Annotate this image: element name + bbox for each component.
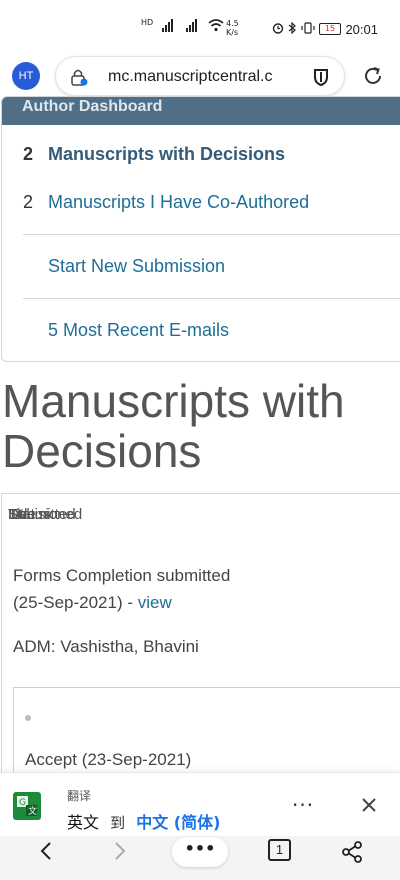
battery-icon: 15	[319, 23, 341, 35]
network-speed: 4.5 K/s	[226, 19, 239, 37]
svg-text:G: G	[19, 798, 26, 808]
bottom-navigation: ••• 1	[0, 836, 400, 880]
reload-icon[interactable]	[361, 64, 385, 92]
cell-signal-2-icon	[186, 18, 202, 35]
decisions-count: 2	[23, 144, 34, 164]
target-language[interactable]: 中文 (简体)	[136, 813, 220, 832]
shield-icon[interactable]	[313, 67, 329, 91]
source-language[interactable]: 英文	[67, 813, 99, 832]
bluetooth-icon	[287, 21, 297, 37]
author-dashboard-card: Author Dashboard 2 Manuscripts with Deci…	[1, 96, 400, 362]
translate-bar: G文 翻译 英文 到 中文 (简体) ···	[0, 772, 400, 836]
translate-languages: 英文 到 中文 (简体)	[67, 809, 220, 833]
translate-title: 翻译	[67, 789, 92, 803]
url-text[interactable]: mc.manuscriptcentral.c	[108, 68, 308, 86]
profile-avatar[interactable]: HT	[12, 62, 40, 90]
tabs-button[interactable]: 1	[268, 839, 291, 861]
wifi-icon	[208, 18, 224, 35]
share-icon[interactable]	[340, 840, 364, 880]
forms-line-2-wrap: (25-Sep-2021) - view	[13, 589, 230, 616]
clock: 20:01	[345, 22, 378, 37]
coauthored-count: 2	[23, 192, 34, 212]
dashboard-item-new-submission[interactable]: Start New Submission	[2, 247, 400, 287]
address-bar[interactable]: mc.manuscriptcentral.c	[55, 56, 345, 96]
decision-panel: Status ID Title Submitted Decisioned For…	[1, 493, 400, 787]
view-link[interactable]: view	[138, 593, 172, 612]
status-bar: HD 4.5 K/s 15 20:01	[0, 0, 400, 56]
page-title: Manuscripts with Decisions	[2, 375, 345, 477]
svg-text:文: 文	[28, 805, 37, 817]
dashboard-item-decisions[interactable]: 2 Manuscripts with Decisions	[2, 135, 400, 175]
dashboard-item-recent-emails[interactable]: 5 Most Recent E-mails	[2, 311, 400, 351]
coauthored-link[interactable]: Manuscripts I Have Co-Authored	[48, 192, 309, 213]
forms-completion-status: Forms Completion submitted (25-Sep-2021)…	[13, 562, 230, 616]
translate-icon[interactable]: G文	[13, 792, 41, 820]
more-options-icon[interactable]: ···	[292, 793, 314, 817]
menu-button[interactable]: •••	[172, 837, 228, 867]
new-submission-link[interactable]: Start New Submission	[48, 256, 225, 277]
vibrate-icon	[301, 22, 315, 37]
bullet-icon	[25, 715, 31, 721]
hd-indicator: HD	[141, 18, 154, 27]
lock-icon[interactable]	[70, 67, 88, 91]
forms-line-2: (25-Sep-2021) -	[13, 593, 134, 612]
recent-emails-link[interactable]: 5 Most Recent E-mails	[48, 320, 229, 341]
decisions-link[interactable]: Manuscripts with Decisions	[48, 144, 285, 165]
dashboard-item-coauthored[interactable]: 2 Manuscripts I Have Co-Authored	[2, 183, 400, 223]
divider	[23, 234, 400, 235]
browser-toolbar: HT mc.manuscriptcentral.c	[0, 56, 400, 96]
close-icon[interactable]	[361, 797, 377, 817]
forward-icon[interactable]	[112, 841, 128, 880]
dashboard-header: Author Dashboard	[2, 97, 400, 125]
alarm-icon	[272, 22, 284, 37]
adm-name: ADM: Vashistha, Bhavini	[13, 637, 199, 656]
divider	[23, 298, 400, 299]
column-label: Decisioned	[8, 506, 83, 523]
forms-line-1: Forms Completion submitted	[13, 566, 231, 585]
decision-status: Accept (23-Sep-2021)	[25, 750, 192, 769]
cell-signal-1-icon	[162, 18, 178, 35]
to-label: 到	[110, 814, 126, 832]
back-icon[interactable]	[38, 841, 54, 880]
dashboard-header-title: Author Dashboard	[22, 98, 163, 115]
